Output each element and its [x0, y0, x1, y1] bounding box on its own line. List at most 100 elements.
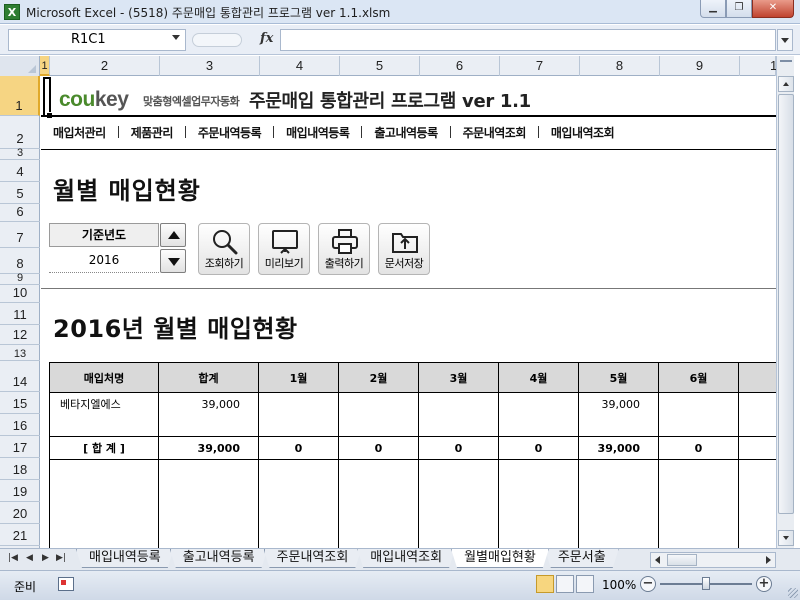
- table-total-row[interactable]: [ 합 계 ] 39,000 0 0 0 0 39,000 0: [49, 437, 776, 459]
- table-cell[interactable]: [739, 437, 776, 459]
- table-cell[interactable]: 0: [339, 437, 419, 459]
- column-header[interactable]: 4: [260, 56, 340, 76]
- table-cell[interactable]: 0: [419, 437, 499, 459]
- row-header[interactable]: 13: [0, 345, 40, 361]
- table-cell[interactable]: [419, 393, 499, 415]
- sheet-tab-active[interactable]: 월별매입현황: [451, 549, 549, 568]
- row-header[interactable]: 6: [0, 204, 40, 222]
- table-cell[interactable]: [739, 415, 776, 437]
- name-box[interactable]: R1C1: [8, 29, 186, 51]
- row-header[interactable]: 11: [0, 303, 40, 325]
- table-cell[interactable]: [499, 393, 579, 415]
- vertical-scroll-thumb[interactable]: [778, 94, 794, 514]
- save-document-button[interactable]: 문서저장: [378, 223, 430, 275]
- select-all-corner[interactable]: [0, 56, 40, 76]
- table-cell[interactable]: [259, 460, 339, 548]
- menu-purchase-inquiry[interactable]: 매입내역조회: [539, 124, 626, 141]
- table-cell[interactable]: 0: [499, 437, 579, 459]
- row-header[interactable]: 18: [0, 458, 40, 480]
- row-header[interactable]: 2: [0, 116, 40, 149]
- restore-button[interactable]: ❐: [726, 0, 752, 18]
- table-cell[interactable]: [259, 415, 339, 437]
- row-header[interactable]: 10: [0, 285, 40, 303]
- sheet-tab[interactable]: 출고내역등록: [170, 549, 268, 568]
- sheet-tab[interactable]: 매입내역조회: [357, 549, 455, 568]
- page-layout-view-button[interactable]: [556, 575, 574, 593]
- insert-function-icon[interactable]: fx: [260, 31, 273, 46]
- row-header[interactable]: 19: [0, 480, 40, 502]
- column-header[interactable]: 7: [500, 56, 580, 76]
- horizontal-scrollbar[interactable]: [650, 552, 776, 568]
- year-input[interactable]: 2016: [49, 249, 159, 273]
- row-header[interactable]: 5: [0, 182, 40, 204]
- print-button[interactable]: 출력하기: [318, 223, 370, 275]
- search-button[interactable]: 조회하기: [198, 223, 250, 275]
- normal-view-button[interactable]: [536, 575, 554, 593]
- column-header[interactable]: 8: [580, 56, 660, 76]
- table-cell[interactable]: [339, 415, 419, 437]
- table-cell[interactable]: [579, 460, 659, 548]
- table-cell[interactable]: 0: [659, 437, 739, 459]
- excel-app-icon[interactable]: X: [4, 4, 20, 20]
- menu-shipment-entry[interactable]: 출고내역등록: [362, 124, 449, 141]
- row-header[interactable]: 21: [0, 524, 40, 546]
- resize-grip-icon[interactable]: [788, 588, 798, 598]
- first-sheet-icon[interactable]: |◀: [8, 553, 18, 563]
- split-handle-icon[interactable]: [780, 60, 792, 70]
- expand-formula-bar-button[interactable]: [777, 29, 793, 51]
- column-header[interactable]: 1: [40, 56, 50, 76]
- total-label-cell[interactable]: [ 합 계 ]: [49, 437, 159, 459]
- table-empty-rows[interactable]: [49, 460, 776, 548]
- table-cell[interactable]: [339, 460, 419, 548]
- sheet-tab[interactable]: 매입내역등록: [76, 549, 174, 568]
- table-cell[interactable]: [579, 415, 659, 437]
- row-header[interactable]: 12: [0, 325, 40, 345]
- row-header[interactable]: 8: [0, 248, 40, 274]
- table-cell[interactable]: [159, 460, 259, 548]
- chevron-down-icon[interactable]: [172, 35, 180, 40]
- row-header[interactable]: 17: [0, 436, 40, 458]
- zoom-slider-thumb[interactable]: [702, 577, 710, 590]
- vertical-scrollbar[interactable]: [776, 56, 794, 548]
- row-header[interactable]: 1: [0, 76, 40, 116]
- table-cell[interactable]: 39,000: [159, 393, 259, 415]
- preview-button[interactable]: 미리보기: [258, 223, 310, 275]
- menu-supplier-management[interactable]: 매입처관리: [41, 124, 118, 141]
- table-cell[interactable]: [419, 460, 499, 548]
- row-header[interactable]: 9: [0, 272, 40, 285]
- prev-sheet-icon[interactable]: ◀: [26, 553, 33, 563]
- year-decrement-button[interactable]: [160, 249, 186, 273]
- row-header[interactable]: 4: [0, 160, 40, 182]
- table-cell[interactable]: [49, 460, 159, 548]
- row-header[interactable]: 16: [0, 414, 40, 436]
- menu-order-inquiry[interactable]: 주문내역조회: [451, 124, 538, 141]
- table-cell[interactable]: [419, 415, 499, 437]
- table-cell[interactable]: [259, 393, 339, 415]
- page-break-view-button[interactable]: [576, 575, 594, 593]
- column-header[interactable]: 2: [50, 56, 160, 76]
- close-button[interactable]: ✕: [752, 0, 794, 18]
- scroll-down-button[interactable]: [778, 530, 794, 546]
- table-cell[interactable]: 0: [259, 437, 339, 459]
- table-cell[interactable]: [659, 393, 739, 415]
- table-cell[interactable]: [739, 460, 776, 548]
- formula-input[interactable]: [280, 29, 776, 51]
- row-header[interactable]: 14: [0, 361, 40, 392]
- menu-purchase-entry[interactable]: 매입내역등록: [274, 124, 361, 141]
- sheet-tab[interactable]: 주문서출: [545, 549, 619, 568]
- zoom-level[interactable]: 100%: [602, 578, 636, 592]
- column-header[interactable]: 3: [160, 56, 260, 76]
- column-header[interactable]: 9: [660, 56, 740, 76]
- table-cell[interactable]: [339, 393, 419, 415]
- next-sheet-icon[interactable]: ▶: [42, 553, 49, 563]
- row-header[interactable]: 15: [0, 392, 40, 414]
- worksheet-grid[interactable]: coukey 맞춤형엑셀업무자동화 주문매입 통합관리 프로그램 ver 1.1…: [41, 77, 776, 548]
- table-cell[interactable]: [159, 415, 259, 437]
- table-cell[interactable]: 베타지엘에스: [49, 393, 159, 415]
- scroll-left-icon[interactable]: [655, 556, 660, 564]
- minimize-button[interactable]: ▁: [700, 0, 726, 18]
- year-increment-button[interactable]: [160, 223, 186, 247]
- scroll-right-icon[interactable]: [766, 556, 771, 564]
- zoom-out-button[interactable]: −: [640, 576, 656, 592]
- table-cell[interactable]: [49, 415, 159, 437]
